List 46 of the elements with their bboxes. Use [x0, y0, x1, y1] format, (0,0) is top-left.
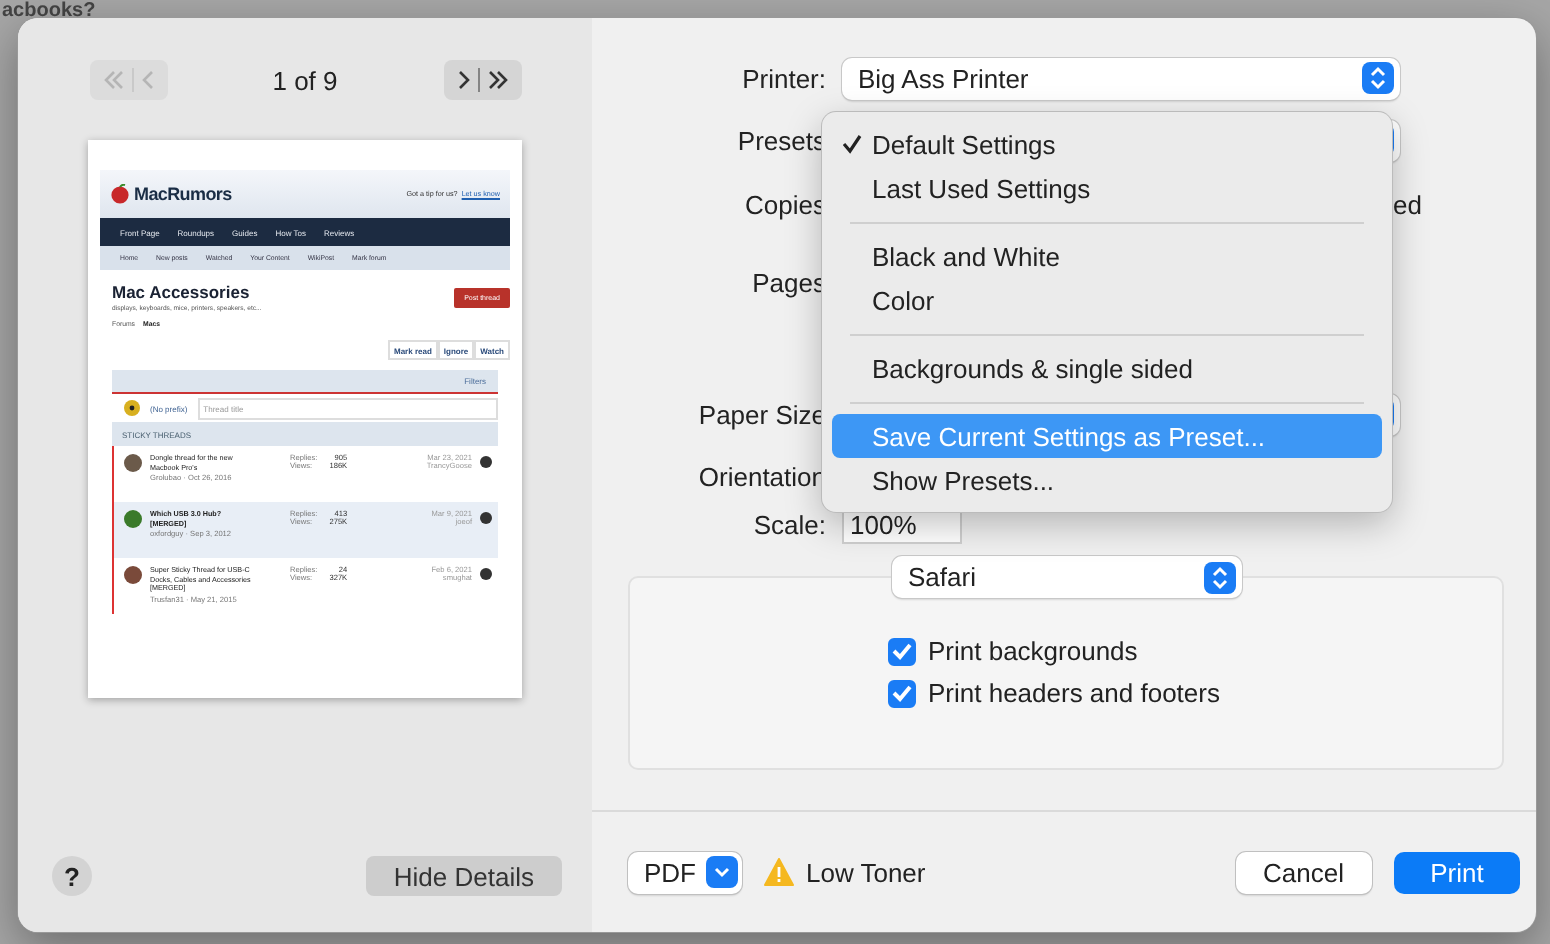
checkbox[interactable] — [888, 637, 916, 665]
field-label: Orientation — [696, 461, 826, 491]
print-button[interactable]: Print — [1394, 851, 1520, 893]
chevron-down-icon[interactable] — [706, 856, 738, 888]
avatar — [124, 454, 142, 472]
checkbox-label: Print backgrounds — [928, 636, 1138, 666]
field-label: Scale: — [751, 509, 826, 539]
radiation-icon — [124, 400, 140, 416]
avatar — [124, 566, 142, 584]
hide-details-button[interactable]: Hide Details — [365, 856, 562, 896]
menu-item[interactable]: Show Presets... — [832, 458, 1382, 502]
last-page-icon[interactable] — [487, 70, 507, 90]
stepper-icon[interactable] — [1204, 561, 1236, 593]
warning-icon — [764, 858, 794, 886]
help-button[interactable]: ? — [52, 856, 92, 896]
popup-value: Safari — [908, 562, 976, 592]
apple-logo-icon — [110, 184, 130, 204]
stepper-icon[interactable] — [1362, 62, 1394, 94]
next-page-buttons[interactable] — [443, 60, 521, 100]
checkmark-icon — [892, 642, 912, 660]
menu-item[interactable]: Color — [832, 278, 1382, 322]
page-indicator: 1 of 9 — [272, 65, 338, 95]
menu-item[interactable]: Last Used Settings — [832, 166, 1382, 210]
warning-text: Low Toner — [806, 857, 926, 887]
checkmark-icon — [842, 134, 862, 154]
user-avatar — [480, 456, 492, 468]
popup-value: Big Ass Printer — [858, 63, 1029, 93]
forum-title: Mac Accessories — [112, 282, 252, 302]
menu-item[interactable]: Black and White — [832, 234, 1382, 278]
pdf-button[interactable]: PDF — [628, 851, 742, 893]
option-text: ed — [1393, 189, 1422, 219]
menu-item[interactable]: Default Settings — [832, 122, 1382, 166]
next-page-icon[interactable] — [457, 70, 469, 90]
field-label: Printer: — [740, 63, 826, 93]
popup-button[interactable]: Big Ass Printer — [842, 57, 1400, 99]
avatar — [124, 510, 142, 528]
checkmark-icon — [892, 684, 912, 702]
cancel-button[interactable]: Cancel — [1235, 851, 1372, 893]
user-avatar — [480, 512, 492, 524]
app-popup-button[interactable]: Safari — [892, 556, 1242, 598]
menu-item[interactable]: Backgrounds & single sided — [832, 346, 1382, 390]
site-logo: MacRumors — [134, 184, 232, 204]
page-heading: acbooks? — [2, 0, 96, 22]
checkbox[interactable] — [888, 679, 916, 707]
checkbox-label: Print headers and footers — [928, 678, 1220, 708]
user-avatar — [480, 568, 492, 580]
